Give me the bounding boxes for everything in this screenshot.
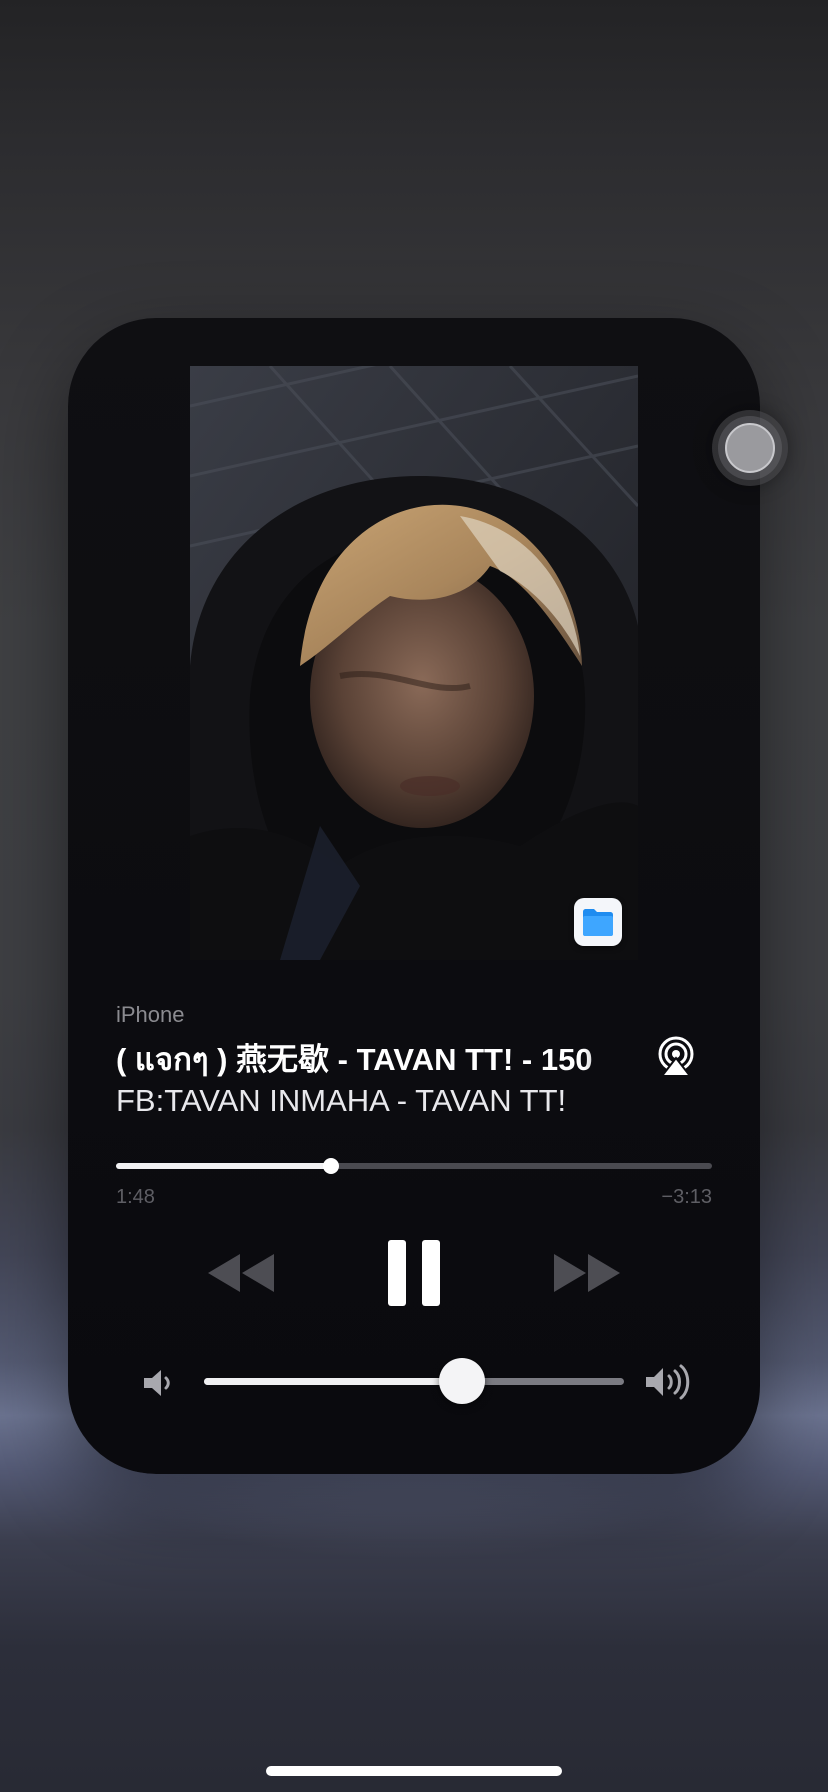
fast-forward-icon (554, 1254, 620, 1292)
person-hood-photo (190, 366, 638, 960)
files-app-icon (574, 898, 622, 946)
rewind-icon (208, 1254, 274, 1292)
home-indicator[interactable] (266, 1766, 562, 1776)
song-artist: FB:TAVAN INMAHA - TAVAN TT! (116, 1083, 567, 1118)
volume-knob[interactable] (439, 1358, 486, 1404)
scrubber-progress (116, 1163, 331, 1169)
volume-slider[interactable] (204, 1358, 624, 1404)
volume-level (204, 1378, 463, 1385)
pause-button[interactable] (386, 1238, 442, 1308)
rewind-button[interactable] (204, 1250, 276, 1296)
assistive-touch-knob (725, 423, 775, 473)
album-artwork (190, 366, 638, 960)
speaker-low-icon (142, 1367, 176, 1399)
scrubber-knob[interactable] (322, 1158, 339, 1174)
airplay-icon[interactable] (654, 1036, 698, 1080)
now-playing-card: iPhone ( แจกๆ ) 燕无歇 - TAVAN TT! - 150 FB… (68, 318, 760, 1474)
output-device-label: iPhone (116, 1002, 185, 1027)
pause-icon (388, 1240, 440, 1306)
song-title: ( แจกๆ ) 燕无歇 - TAVAN TT! - 150 (116, 1042, 593, 1077)
speaker-high-icon (644, 1364, 694, 1400)
assistive-touch-button[interactable] (712, 410, 788, 486)
time-remaining: −3:13 (661, 1186, 712, 1208)
playback-scrubber[interactable] (116, 1158, 712, 1174)
fast-forward-button[interactable] (552, 1250, 624, 1296)
time-elapsed: 1:48 (116, 1186, 155, 1208)
